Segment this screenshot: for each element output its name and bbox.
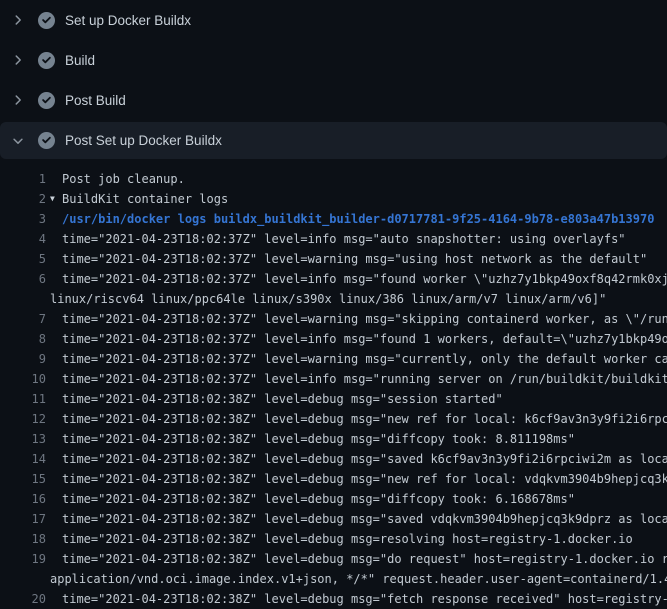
line-number[interactable]: 20 bbox=[0, 589, 46, 609]
log-line: 14 time="2021-04-23T18:02:38Z" level=debu… bbox=[0, 449, 667, 469]
line-number[interactable]: 8 bbox=[0, 329, 46, 349]
log-text: time="2021-04-23T18:02:38Z" level=debug … bbox=[62, 409, 667, 429]
chevron-right-icon bbox=[10, 12, 26, 28]
log-line: 4 time="2021-04-23T18:02:37Z" level=info … bbox=[0, 229, 667, 249]
log-text: time="2021-04-23T18:02:37Z" level=info m… bbox=[62, 229, 626, 249]
line-number[interactable]: 7 bbox=[0, 309, 46, 329]
log-line: 9 time="2021-04-23T18:02:37Z" level=warni… bbox=[0, 349, 667, 369]
check-circle-icon bbox=[38, 52, 55, 69]
log-line: 12 time="2021-04-23T18:02:38Z" level=debu… bbox=[0, 409, 667, 429]
line-number[interactable]: 15 bbox=[0, 469, 46, 489]
log-text: time="2021-04-23T18:02:38Z" level=debug … bbox=[62, 509, 667, 529]
check-circle-icon bbox=[38, 12, 55, 29]
log-line: 15 time="2021-04-23T18:02:38Z" level=debu… bbox=[0, 469, 667, 489]
log-text: application/vnd.oci.image.index.v1+json,… bbox=[50, 569, 667, 589]
step-label: Post Build bbox=[65, 93, 126, 108]
log-text: time="2021-04-23T18:02:38Z" level=debug … bbox=[62, 529, 633, 549]
log-line: 1 Post job cleanup. bbox=[0, 169, 667, 189]
chevron-right-icon bbox=[10, 52, 26, 68]
line-number[interactable]: 14 bbox=[0, 449, 46, 469]
line-number[interactable]: 13 bbox=[0, 429, 46, 449]
step-list: Set up Docker Buildx Build Post Build Po… bbox=[0, 0, 667, 159]
log-text: time="2021-04-23T18:02:38Z" level=debug … bbox=[62, 389, 503, 409]
step-label: Build bbox=[65, 53, 95, 68]
log-text: time="2021-04-23T18:02:37Z" level=info m… bbox=[62, 269, 667, 289]
line-number[interactable]: 17 bbox=[0, 509, 46, 529]
line-number[interactable]: 12 bbox=[0, 409, 46, 429]
log-text: time="2021-04-23T18:02:37Z" level=warnin… bbox=[62, 249, 647, 269]
log-text: time="2021-04-23T18:02:37Z" level=info m… bbox=[62, 329, 667, 349]
log-line: 2▼ BuildKit container logs bbox=[0, 189, 667, 209]
log-line-continuation: application/vnd.oci.image.index.v1+json,… bbox=[0, 569, 667, 589]
line-number[interactable]: 5 bbox=[0, 249, 46, 269]
log-line: 18 time="2021-04-23T18:02:38Z" level=debu… bbox=[0, 529, 667, 549]
log-line: 3/usr/bin/docker logs buildx_buildkit_bu… bbox=[0, 209, 667, 229]
line-number[interactable]: 18 bbox=[0, 529, 46, 549]
line-number[interactable]: 10 bbox=[0, 369, 46, 389]
chevron-right-icon bbox=[10, 92, 26, 108]
step-set-up-docker-buildx[interactable]: Set up Docker Buildx bbox=[0, 0, 667, 40]
line-number[interactable]: 1 bbox=[0, 169, 46, 189]
step-post-build[interactable]: Post Build bbox=[0, 80, 667, 120]
check-circle-icon bbox=[38, 132, 55, 149]
log-text: time="2021-04-23T18:02:38Z" level=debug … bbox=[62, 549, 667, 569]
chevron-down-icon bbox=[10, 133, 26, 149]
line-number[interactable]: 6 bbox=[0, 269, 46, 289]
log-text: linux/riscv64 linux/ppc64le linux/s390x … bbox=[50, 289, 606, 309]
step-label: Set up Docker Buildx bbox=[65, 13, 191, 28]
log-line: 20 time="2021-04-23T18:02:38Z" level=debu… bbox=[0, 589, 667, 609]
line-number[interactable]: 3 bbox=[0, 209, 46, 229]
log-text: time="2021-04-23T18:02:37Z" level=info m… bbox=[62, 369, 667, 389]
log-text: time="2021-04-23T18:02:38Z" level=debug … bbox=[62, 429, 575, 449]
line-number[interactable]: 16 bbox=[0, 489, 46, 509]
log-line: 11 time="2021-04-23T18:02:38Z" level=debu… bbox=[0, 389, 667, 409]
log-text: time="2021-04-23T18:02:37Z" level=warnin… bbox=[62, 349, 667, 369]
log-line-continuation: linux/riscv64 linux/ppc64le linux/s390x … bbox=[0, 289, 667, 309]
log-text: time="2021-04-23T18:02:38Z" level=debug … bbox=[62, 589, 667, 609]
log-line: 13 time="2021-04-23T18:02:38Z" level=debu… bbox=[0, 429, 667, 449]
log-text: time="2021-04-23T18:02:38Z" level=debug … bbox=[62, 489, 575, 509]
log-line: 16 time="2021-04-23T18:02:38Z" level=debu… bbox=[0, 489, 667, 509]
log-text: BuildKit container logs bbox=[62, 189, 228, 209]
log-text: time="2021-04-23T18:02:38Z" level=debug … bbox=[62, 469, 667, 489]
line-number[interactable]: 9 bbox=[0, 349, 46, 369]
line-number[interactable]: 4 bbox=[0, 229, 46, 249]
log-text: Post job cleanup. bbox=[62, 169, 185, 189]
group-collapse-toggle-icon[interactable]: ▼ bbox=[50, 189, 55, 209]
log-text: time="2021-04-23T18:02:37Z" level=warnin… bbox=[62, 309, 667, 329]
log-line: 10 time="2021-04-23T18:02:37Z" level=info… bbox=[0, 369, 667, 389]
log-line: 5 time="2021-04-23T18:02:37Z" level=warni… bbox=[0, 249, 667, 269]
log-line: 7 time="2021-04-23T18:02:37Z" level=warni… bbox=[0, 309, 667, 329]
line-number[interactable]: 2 bbox=[0, 189, 46, 209]
log-line: 6 time="2021-04-23T18:02:37Z" level=info … bbox=[0, 269, 667, 289]
log-line: 17 time="2021-04-23T18:02:38Z" level=debu… bbox=[0, 509, 667, 529]
log-text: time="2021-04-23T18:02:38Z" level=debug … bbox=[62, 449, 667, 469]
step-post-set-up-docker-buildx[interactable]: Post Set up Docker Buildx bbox=[0, 122, 667, 159]
log-line: 19 time="2021-04-23T18:02:38Z" level=debu… bbox=[0, 549, 667, 569]
line-number[interactable]: 19 bbox=[0, 549, 46, 569]
step-label: Post Set up Docker Buildx bbox=[65, 133, 222, 148]
check-circle-icon bbox=[38, 92, 55, 109]
command-text: /usr/bin/docker logs buildx_buildkit_bui… bbox=[62, 209, 654, 229]
line-number[interactable]: 11 bbox=[0, 389, 46, 409]
log-line: 8 time="2021-04-23T18:02:37Z" level=info … bbox=[0, 329, 667, 349]
step-build[interactable]: Build bbox=[0, 40, 667, 80]
log-area: 1 Post job cleanup. 2▼ BuildKit container l… bbox=[0, 160, 667, 609]
